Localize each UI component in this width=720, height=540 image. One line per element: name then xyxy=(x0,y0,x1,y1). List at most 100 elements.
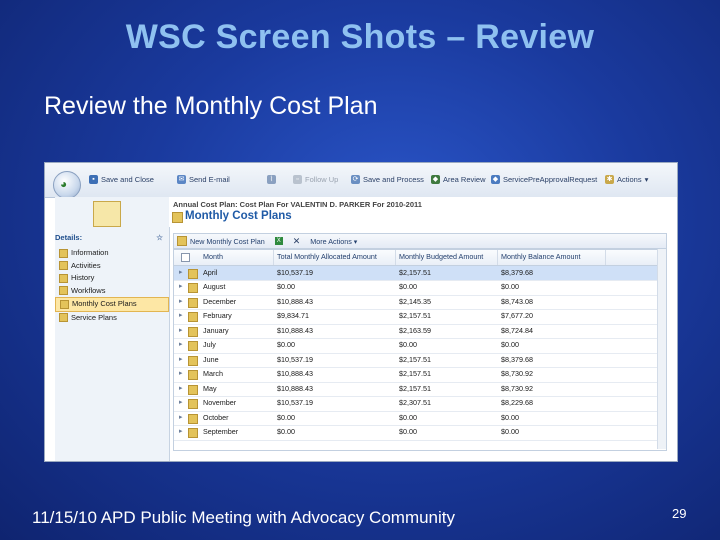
save-icon: ▪ xyxy=(89,175,98,184)
send-email-button[interactable]: ✉ Send E-mail xyxy=(177,175,230,184)
select-all-checkbox[interactable] xyxy=(174,250,203,265)
save-and-close-label: Save and Close xyxy=(101,175,154,184)
expand-row-icon[interactable]: ▸ xyxy=(179,425,187,440)
column-header-balance[interactable]: Monthly Balance Amount xyxy=(498,250,606,265)
sidebar-item-workflows[interactable]: Workflows xyxy=(55,285,169,298)
expand-row-icon[interactable]: ▸ xyxy=(179,266,187,281)
cell-budgeted: $2,157.51 xyxy=(399,383,431,393)
more-actions-menu[interactable]: More Actions ▾ xyxy=(310,237,357,246)
delete-icon[interactable]: ✕ xyxy=(293,236,301,247)
cell-month[interactable]: October xyxy=(203,411,271,426)
details-header-label: Details: xyxy=(55,233,83,242)
column-header-budgeted[interactable]: Monthly Budgeted Amount xyxy=(396,250,498,265)
cell-balance: $8,379.68 xyxy=(501,354,533,364)
cell-month[interactable]: July xyxy=(203,338,271,353)
cell-month[interactable]: May xyxy=(203,382,271,397)
cell-total-allocated: $0.00 xyxy=(277,340,295,349)
expand-row-icon[interactable]: ▸ xyxy=(179,411,187,426)
cell-month[interactable]: August xyxy=(203,280,271,295)
table-row[interactable]: ▸ May $10,888.43 $2,157.51 $8,730.92 xyxy=(174,382,666,397)
actions-menu[interactable]: ✱ Actions ▾ xyxy=(605,175,648,184)
save-and-process-button[interactable]: ⟳ Save and Process xyxy=(351,175,424,184)
cell-month[interactable]: June xyxy=(203,353,271,368)
table-row[interactable]: ▸ August $0.00 $0.00 $0.00 xyxy=(174,280,666,296)
cell-total-allocated: $10,888.43 xyxy=(277,383,313,393)
table-row[interactable]: ▸ January $10,888.43 $2,163.59 $8,724.84 xyxy=(174,324,666,339)
cell-budgeted: $0.00 xyxy=(399,412,417,422)
cell-total-allocated: $10,537.19 xyxy=(277,267,313,277)
sidebar-item-service-plans[interactable]: Service Plans xyxy=(55,312,169,325)
expand-row-icon[interactable]: ▸ xyxy=(179,309,187,324)
save-and-close-button[interactable]: ▪ Save and Close xyxy=(89,175,154,184)
cell-month[interactable]: January xyxy=(203,324,271,339)
sidebar-item-label: Service Plans xyxy=(71,312,117,322)
table-row[interactable]: ▸ October $0.00 $0.00 $0.00 xyxy=(174,411,666,426)
table-row[interactable]: ▸ June $10,537.19 $2,157.51 $8,379.68 xyxy=(174,353,666,368)
cell-budgeted: $0.00 xyxy=(399,340,417,349)
cell-balance: $8,724.84 xyxy=(501,325,533,335)
service-preapproval-button[interactable]: ◆ ServicePreApprovalRequest xyxy=(491,175,597,184)
table-row[interactable]: ▸ April $10,537.19 $2,157.51 $8,379.68 xyxy=(174,265,666,281)
follow-up-button[interactable]: ▫ Follow Up xyxy=(293,175,338,184)
expand-row-icon[interactable]: ▸ xyxy=(179,382,187,397)
record-icon xyxy=(188,353,198,368)
record-icon xyxy=(188,411,198,426)
column-header-total-allocated[interactable]: Total Monthly Allocated Amount xyxy=(274,250,396,265)
cell-month[interactable]: November xyxy=(203,396,271,411)
excel-export-icon[interactable]: X xyxy=(274,237,283,245)
expand-row-icon[interactable]: ▸ xyxy=(179,280,187,295)
grid-scrollbar[interactable] xyxy=(657,249,666,449)
cell-balance: $8,730.92 xyxy=(501,369,533,378)
page-number: 29 xyxy=(672,506,687,521)
expand-row-icon[interactable]: ▸ xyxy=(179,324,187,339)
workflows-icon xyxy=(59,286,68,296)
sidebar-item-monthly-cost-plans[interactable]: Monthly Cost Plans xyxy=(55,297,169,312)
expand-row-icon[interactable]: ▸ xyxy=(179,367,187,382)
expand-row-icon[interactable]: ▸ xyxy=(179,338,187,353)
cell-budgeted: $2,145.35 xyxy=(399,296,431,306)
paperclip-icon: ⌇ xyxy=(267,175,276,184)
cell-month[interactable]: February xyxy=(203,309,271,324)
new-monthly-cost-plan-button[interactable]: New Monthly Cost Plan xyxy=(174,236,265,246)
pin-icon[interactable]: ☆ xyxy=(156,233,163,242)
follow-up-label: Follow Up xyxy=(305,175,339,184)
cell-month[interactable]: December xyxy=(203,295,271,310)
cell-total-allocated: $0.00 xyxy=(277,412,295,422)
table-row[interactable]: ▸ March $10,888.43 $2,157.51 $8,730.92 xyxy=(174,367,666,383)
cell-budgeted: $2,307.51 xyxy=(399,398,431,407)
cell-month[interactable]: March xyxy=(203,367,271,382)
expand-row-icon[interactable]: ▸ xyxy=(179,353,187,368)
sidebar-item-activities[interactable]: Activities xyxy=(55,260,169,273)
slide-title: WSC Screen Shots – Review xyxy=(125,18,595,56)
new-monthly-cost-plan-label: New Monthly Cost Plan xyxy=(190,236,265,246)
expand-row-icon[interactable]: ▸ xyxy=(179,396,187,411)
follow-up-icon: ▫ xyxy=(293,175,302,184)
sidebar-item-information[interactable]: Information xyxy=(55,247,169,260)
monthly-cost-plans-icon xyxy=(60,299,69,309)
table-row[interactable]: ▸ September $0.00 $0.00 $0.00 xyxy=(174,425,666,441)
activities-icon xyxy=(59,261,68,271)
record-icon xyxy=(188,338,198,353)
form-subtitle: Annual Cost Plan: Cost Plan For VALENTIN… xyxy=(173,200,422,209)
attach-button[interactable]: ⌇ xyxy=(267,175,276,184)
cell-month[interactable]: April xyxy=(203,266,271,281)
chevron-down-icon: ▾ xyxy=(644,175,649,184)
cell-budgeted: $2,157.51 xyxy=(399,369,431,378)
form-header: Annual Cost Plan: Cost Plan For VALENTIN… xyxy=(169,197,677,227)
expand-row-icon[interactable]: ▸ xyxy=(179,295,187,310)
column-header-month[interactable]: Month xyxy=(200,250,274,265)
cell-month[interactable]: September xyxy=(203,425,271,440)
table-row[interactable]: ▸ November $10,537.19 $2,307.51 $8,229.68 xyxy=(174,396,666,412)
area-review-button[interactable]: ◆ Area Review xyxy=(431,175,486,184)
record-icon xyxy=(188,382,198,397)
cell-budgeted: $0.00 xyxy=(399,427,417,436)
sidebar-item-history[interactable]: History xyxy=(55,272,169,285)
table-row[interactable]: ▸ December $10,888.43 $2,145.35 $8,743.08 xyxy=(174,295,666,310)
app-orb-button[interactable]: ◕ xyxy=(53,171,81,199)
area-review-label: Area Review xyxy=(443,175,486,184)
save-and-process-label: Save and Process xyxy=(363,175,424,184)
table-row[interactable]: ▸ July $0.00 $0.00 $0.00 xyxy=(174,338,666,354)
cell-total-allocated: $10,888.43 xyxy=(277,325,313,335)
cell-total-allocated: $9,834.71 xyxy=(277,311,309,320)
table-row[interactable]: ▸ February $9,834.71 $2,157.51 $7,677.20 xyxy=(174,309,666,325)
